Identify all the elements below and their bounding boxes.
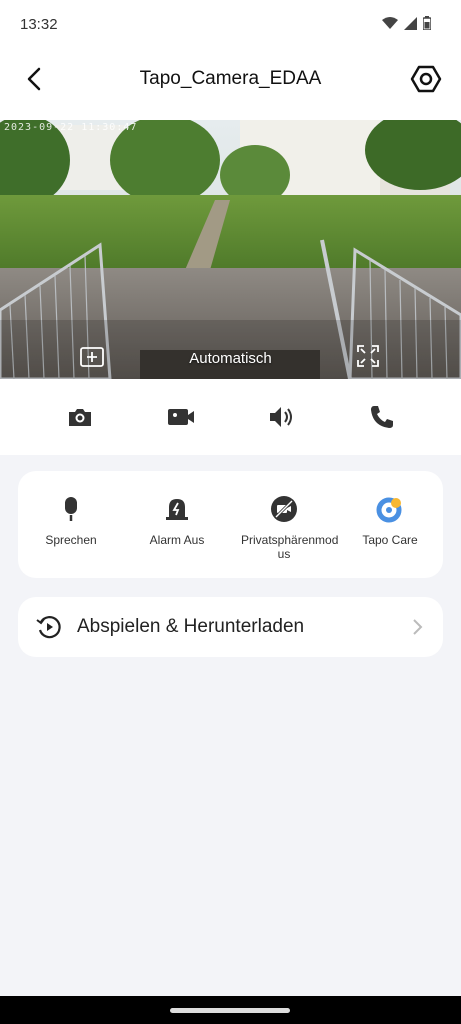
record-button[interactable] — [167, 403, 195, 431]
quick-action-label: Tapo Care — [362, 533, 418, 547]
camera-feed-image — [0, 120, 461, 379]
chevron-right-icon — [411, 617, 425, 637]
privacy-icon — [270, 495, 298, 523]
camera-live-view[interactable]: 2023-09-22 11:30:47 Automatisch — [0, 120, 461, 379]
status-time: 13:32 — [20, 16, 58, 33]
video-timestamp: 2023-09-22 11:30:47 — [4, 122, 138, 133]
tapo-care-button[interactable]: Tapo Care — [335, 495, 445, 547]
playback-download-row[interactable]: Abspielen & Herunterladen — [18, 597, 443, 657]
phone-icon — [371, 406, 393, 428]
signal-icon — [404, 16, 417, 30]
home-handle[interactable] — [170, 1008, 290, 1013]
quick-actions-card: Sprechen Alarm Aus Privatsphärenmod us T… — [18, 471, 443, 578]
battery-icon — [423, 16, 431, 30]
control-toolbar — [0, 379, 461, 455]
settings-icon — [410, 65, 442, 93]
microphone-icon — [57, 495, 85, 523]
privacy-mode-button[interactable]: Privatsphärenmod us — [229, 495, 339, 561]
page-title: Tapo_Camera_EDAA — [139, 68, 322, 89]
snapshot-button[interactable] — [66, 403, 94, 431]
settings-button[interactable] — [409, 62, 443, 96]
system-nav-bar — [0, 996, 461, 1024]
header: Tapo_Camera_EDAA — [0, 50, 461, 120]
call-button[interactable] — [368, 403, 396, 431]
quick-action-label: Sprechen — [45, 533, 97, 547]
fullscreen-button[interactable] — [357, 345, 379, 367]
fullscreen-icon — [357, 345, 379, 367]
tapo-care-icon — [376, 495, 404, 523]
status-bar: 13:32 — [0, 0, 461, 50]
playback-icon — [36, 614, 62, 640]
video-record-icon — [168, 409, 194, 425]
audio-button[interactable] — [267, 403, 295, 431]
quality-selector[interactable]: Automatisch — [0, 350, 461, 367]
alarm-icon — [163, 495, 191, 523]
status-icons — [382, 16, 431, 30]
wifi-icon — [382, 16, 398, 30]
speaker-icon — [270, 407, 292, 427]
quick-action-label: Alarm Aus — [149, 533, 205, 547]
camera-icon — [69, 409, 91, 426]
talk-button[interactable]: Sprechen — [16, 495, 126, 547]
playback-label: Abspielen & Herunterladen — [77, 616, 305, 637]
quick-action-label: Privatsphärenmod us — [241, 533, 339, 561]
alarm-button[interactable]: Alarm Aus — [122, 495, 232, 547]
